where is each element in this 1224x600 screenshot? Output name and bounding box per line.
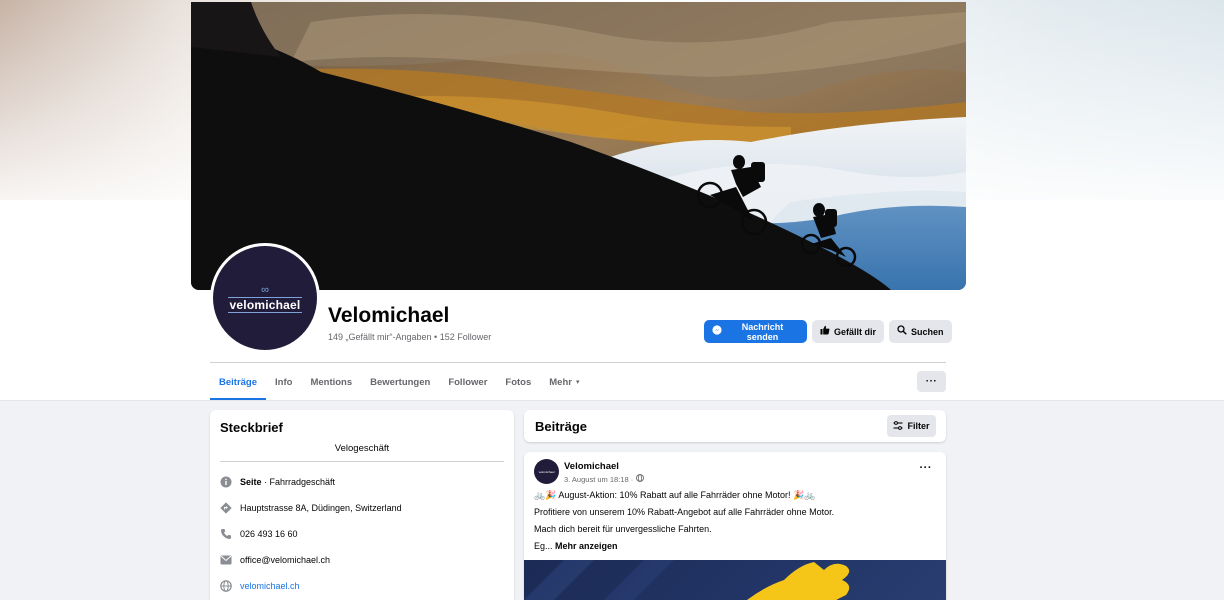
page-stats[interactable]: 149 „Gefällt mir“-Angaben • 152 Follower (328, 332, 491, 342)
cover-photo[interactable] (191, 2, 966, 290)
send-message-button[interactable]: Nachricht senden (704, 320, 807, 343)
post-image-art (524, 560, 850, 600)
tab-label: Bewertungen (370, 376, 431, 388)
header-divider (210, 362, 946, 363)
phone-text: 026 493 16 60 (240, 529, 298, 539)
search-label: Suchen (911, 326, 944, 337)
page-type-bold: Seite (240, 477, 262, 487)
post-text-line: Eg... Mehr anzeigen (534, 541, 618, 551)
chevron-down-icon: ▾ (575, 379, 580, 386)
tab-label: Follower (448, 376, 488, 388)
tab-follower[interactable]: Follower (439, 364, 496, 400)
tab-label: Beiträge (219, 376, 258, 388)
info-website[interactable]: velomichael.ch (220, 580, 300, 592)
tab-label: Info (275, 376, 293, 388)
address-text: Hauptstrasse 8A, Düdingen, Switzerland (240, 503, 402, 513)
tab-mehr[interactable]: Mehr ▾ (540, 364, 588, 400)
post-options-button[interactable]: ··· (920, 462, 933, 474)
website-link[interactable]: velomichael.ch (240, 581, 300, 591)
like-button[interactable]: Gefällt dir (812, 320, 885, 343)
profile-picture[interactable]: ∞ velomichael (210, 243, 320, 353)
filter-label: Filter (907, 421, 930, 431)
posts-title: Beiträge (535, 419, 588, 434)
post-text-line: 🚲🎉 August-Aktion: 10% Rabatt auf alle Fa… (534, 490, 816, 500)
like-label: Gefällt dir (834, 326, 877, 337)
post-author-name[interactable]: Velomichael (564, 461, 619, 472)
info-email: office@velomichael.ch (220, 554, 330, 566)
avatar-brand-text: velomichael (227, 296, 303, 313)
post-meta: 3. August um 18:18 · (564, 474, 645, 484)
post-text-line: Mach dich bereit für unvergessliche Fahr… (534, 524, 712, 534)
phone-icon (220, 528, 232, 540)
post-author-avatar[interactable]: velomichael (534, 459, 559, 484)
see-more-link[interactable]: Mehr anzeigen (555, 541, 618, 551)
page-type-text: · Fahrradgeschäft (261, 477, 336, 487)
tab-label: Fotos (505, 376, 532, 388)
tab-label: Mentions (310, 376, 353, 388)
post-date[interactable]: 3. August um 18:18 · (564, 475, 633, 484)
tab-fotos[interactable]: Fotos (496, 364, 540, 400)
intro-category: Velogeschäft (334, 443, 390, 454)
intro-title: Steckbrief (220, 420, 283, 435)
intro-card: Steckbrief Velogeschäft Seite · Fahrradg… (210, 410, 514, 600)
mail-icon (220, 554, 232, 566)
tab-mentions[interactable]: Mentions (301, 364, 361, 400)
tab-label: Mehr (549, 376, 572, 388)
email-text: office@velomichael.ch (240, 555, 331, 565)
post-text-line: Profitiere von unserem 10% Rabatt-Angebo… (534, 507, 835, 517)
posts-header-card: Beiträge Filter (524, 410, 946, 442)
bicycle-icon: ∞ (261, 283, 269, 296)
profile-avatar: ∞ velomichael (213, 246, 317, 350)
globe-icon (220, 580, 232, 592)
info-address: Hauptstrasse 8A, Düdingen, Switzerland (220, 502, 402, 514)
more-options-button[interactable]: ··· (917, 371, 946, 392)
send-message-label: Nachricht senden (741, 321, 784, 342)
info-page-type: Seite · Fahrradgeschäft (220, 476, 335, 488)
post-text-prefix: Eg... (534, 541, 556, 551)
header-actions: Nachricht senden Gefällt dir Suchen (704, 320, 952, 343)
thumbs-up-icon (820, 325, 830, 338)
search-icon (897, 325, 907, 338)
info-phone: 026 493 16 60 (220, 528, 298, 540)
intro-divider (220, 461, 504, 462)
globe-icon (636, 474, 645, 484)
tab-beitraege[interactable]: Beiträge (210, 364, 267, 400)
post-card: velomichael Velomichael 3. August um 18:… (524, 452, 946, 600)
page-tabs: Beiträge Info Mentions Bewertungen Follo… (210, 364, 588, 400)
header-bottom-border (0, 400, 1224, 401)
search-button[interactable]: Suchen (889, 320, 952, 343)
tab-bewertungen[interactable]: Bewertungen (361, 364, 439, 400)
filter-icon (893, 420, 903, 432)
filter-button[interactable]: Filter (887, 415, 936, 437)
info-icon (220, 476, 232, 488)
post-image[interactable] (524, 560, 946, 600)
directions-icon (220, 502, 232, 514)
messenger-icon (712, 325, 722, 338)
page-title: Velomichael (328, 304, 450, 327)
cover-photo-illustration (191, 2, 966, 290)
post-avatar-text: velomichael (538, 469, 555, 474)
tab-info[interactable]: Info (266, 364, 301, 400)
